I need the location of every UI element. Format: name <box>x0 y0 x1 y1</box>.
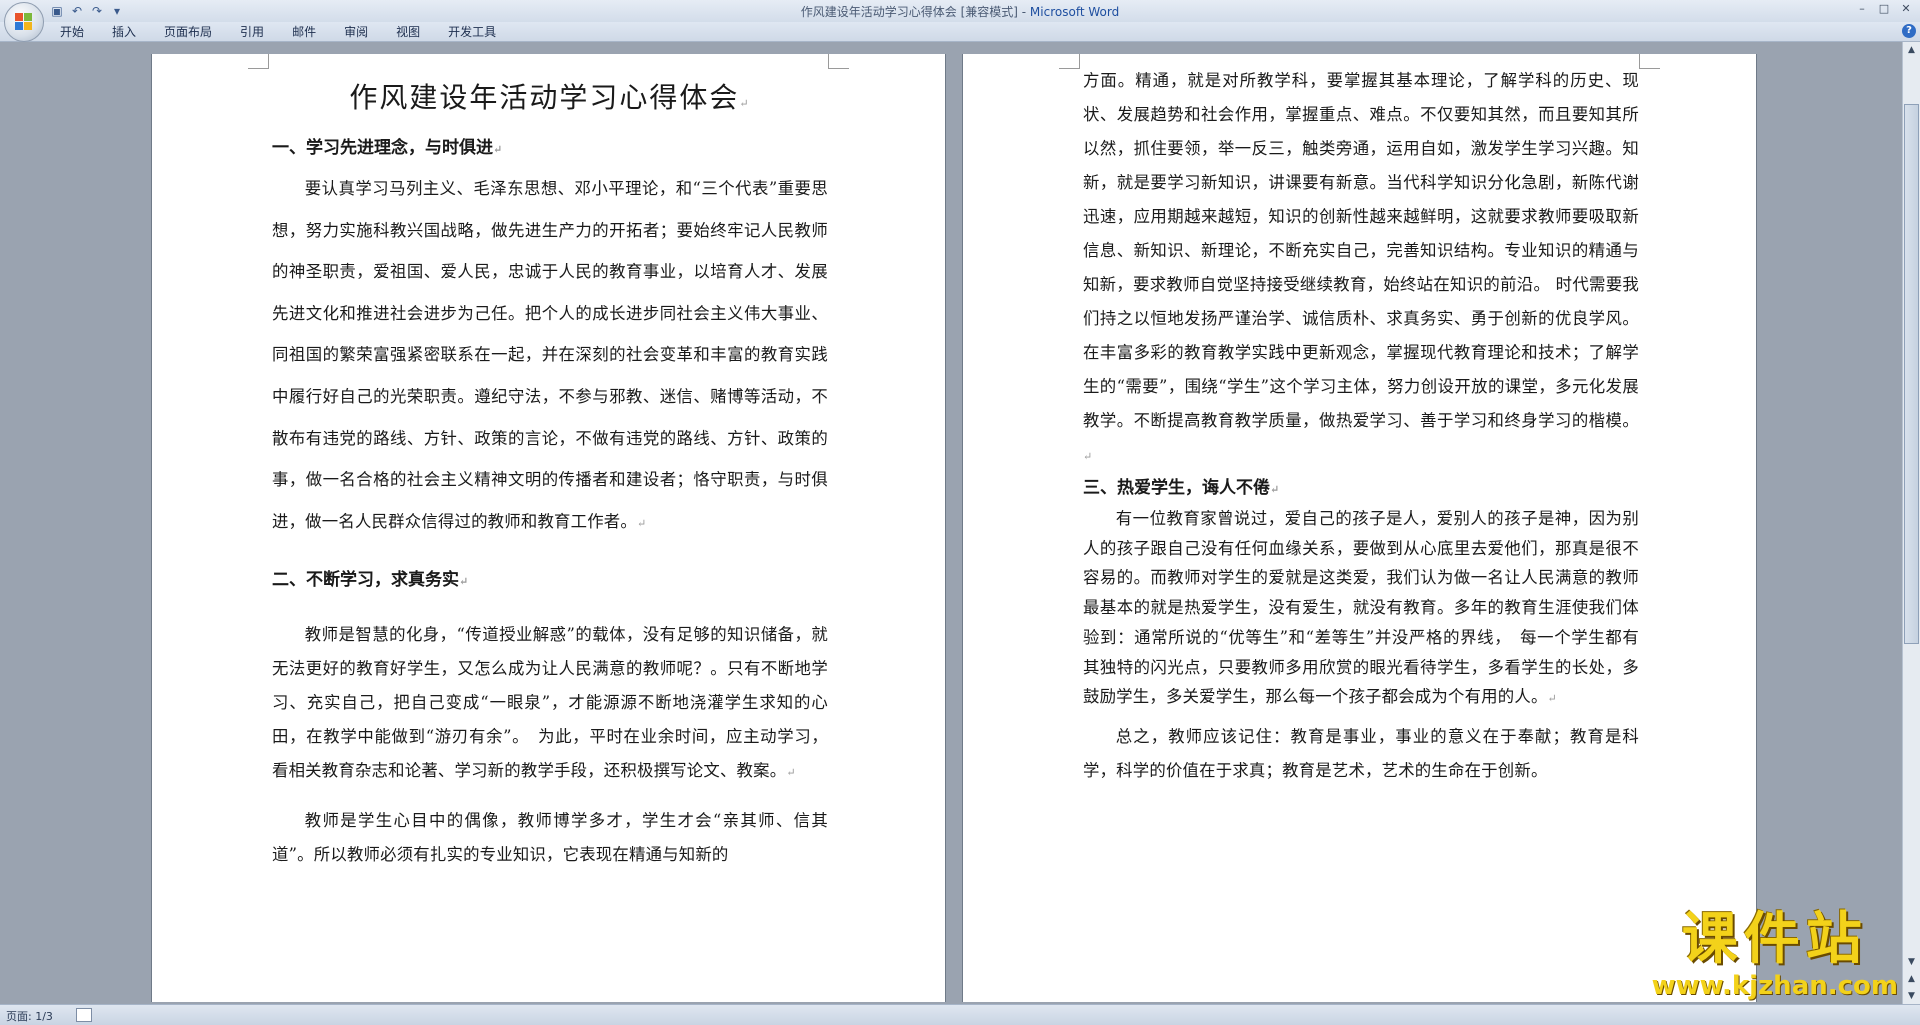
watermark-logo: 课件站 www.kjzhan.com <box>1651 907 1898 1002</box>
previous-page-icon[interactable]: ▲ <box>1904 971 1919 987</box>
scroll-up-icon[interactable]: ▲ <box>1904 42 1919 58</box>
tab-home[interactable]: 开始 <box>46 22 98 41</box>
margin-corner-mark <box>1059 54 1080 69</box>
paragraph: 教师是学生心目中的偶像，教师博学多才，学生才会“亲其师、信其道”。所以教师必须有… <box>272 811 828 865</box>
tab-view[interactable]: 视图 <box>382 22 434 41</box>
margin-corner-mark <box>1639 54 1660 69</box>
paragraph: 总之，教师应该记住：教育是事业，事业的意义在于奉献；教育是科学，科学的价值在于求… <box>1083 726 1639 780</box>
document-page-2[interactable]: 方面。精通，就是对所教学科，要掌握其基本理论，了解学科的历史、现状、发展趋势和社… <box>963 54 1756 1002</box>
tab-page-layout[interactable]: 页面布局 <box>150 22 226 41</box>
page-1-content: 作风建设年活动学习心得体会↵ 一、学习先进理念，与时俱进↵ 要认真学习马列主义、… <box>272 70 828 872</box>
document-title: 作风建设年活动学习心得体会↵ <box>349 81 751 114</box>
margin-corner-mark <box>248 54 269 69</box>
page-count-status[interactable]: 页面: 1/3 <box>6 1008 53 1024</box>
scroll-down-icon[interactable]: ▼ <box>1904 954 1919 970</box>
window-controls: – □ ✕ <box>1852 1 1916 17</box>
margin-corner-mark <box>828 54 849 69</box>
ribbon-tab-bar: 开始 插入 页面布局 引用 邮件 审阅 视图 开发工具 ? <box>0 22 1920 42</box>
document-page-1[interactable]: 作风建设年活动学习心得体会↵ 一、学习先进理念，与时俱进↵ 要认真学习马列主义、… <box>152 54 945 1002</box>
office-button[interactable] <box>4 2 44 42</box>
page-2-content: 方面。精通，就是对所教学科，要掌握其基本理论，了解学科的历史、现状、发展趋势和社… <box>1083 64 1639 788</box>
next-page-icon[interactable]: ▼ <box>1904 988 1919 1004</box>
document-title-text: 作风建设年活动学习心得体会 [兼容模式] - <box>800 5 1030 19</box>
app-name: Microsoft Word <box>1029 5 1120 19</box>
maximize-button[interactable]: □ <box>1874 1 1894 17</box>
scrollbar-thumb[interactable] <box>1904 104 1919 644</box>
paragraph: 方面。精通，就是对所教学科，要掌握其基本理论，了解学科的历史、现状、发展趋势和社… <box>1083 71 1639 463</box>
section-heading-1: 一、学习先进理念，与时俱进↵ <box>272 138 503 158</box>
status-bar: 页面: 1/3 <box>0 1004 1920 1025</box>
close-button[interactable]: ✕ <box>1896 1 1916 17</box>
tab-insert[interactable]: 插入 <box>98 22 150 41</box>
watermark-url: www.kjzhan.com <box>1651 971 1898 1001</box>
proofing-icon[interactable] <box>76 1008 92 1022</box>
tab-review[interactable]: 审阅 <box>330 22 382 41</box>
ribbon-tabs: 开始 插入 页面布局 引用 邮件 审阅 视图 开发工具 <box>46 22 510 41</box>
section-heading-2: 二、不断学习，求真务实↵ <box>272 570 469 591</box>
section-heading-3: 三、热爱学生，诲人不倦↵ <box>1083 478 1280 498</box>
watermark-text: 课件站 <box>1681 907 1868 972</box>
office-logo-icon <box>15 13 33 31</box>
tab-mailings[interactable]: 邮件 <box>278 22 330 41</box>
help-icon[interactable]: ? <box>1902 24 1916 38</box>
tab-developer[interactable]: 开发工具 <box>434 22 510 41</box>
paragraph: 教师是智慧的化身，“传道授业解惑”的载体，没有足够的知识储备，就无法更好的教育好… <box>272 625 828 781</box>
paragraph: 要认真学习马列主义、毛泽东思想、邓小平理论，和“三个代表”重要思想，努力实施科教… <box>272 179 828 531</box>
vertical-scrollbar[interactable]: ▲ ▼ ▲ ▼ <box>1902 42 1920 1004</box>
window-title: 作风建设年活动学习心得体会 [兼容模式] - Microsoft Word <box>0 3 1920 20</box>
minimize-button[interactable]: – <box>1852 1 1872 17</box>
tab-references[interactable]: 引用 <box>226 22 278 41</box>
title-bar: ▣ ↶ ↷ ▾ 作风建设年活动学习心得体会 [兼容模式] - Microsoft… <box>0 0 1920 23</box>
paragraph: 有一位教育家曾说过，爱自己的孩子是人，爱别人的孩子是神，因为别人的孩子跟自己没有… <box>1083 509 1639 707</box>
